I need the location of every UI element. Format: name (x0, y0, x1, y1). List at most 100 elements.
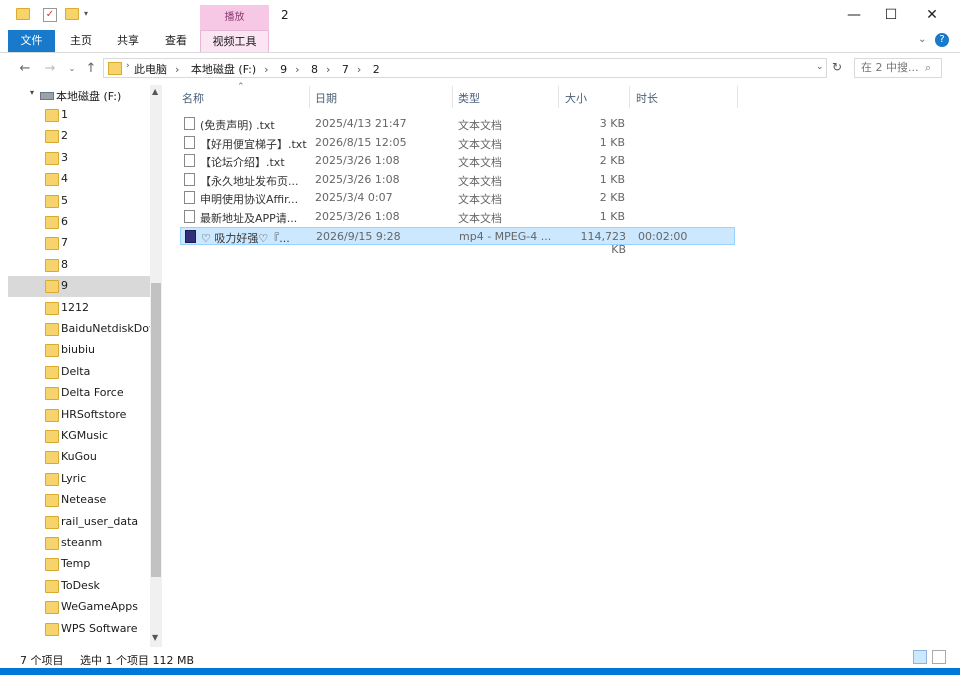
nav-item-label: 9 (61, 279, 68, 293)
file-row[interactable]: 最新地址及APP请... 2025/3/26 1:08 文本文档 1 KB (180, 208, 735, 226)
file-date: 2025/3/26 1:08 (315, 154, 400, 168)
column-divider[interactable] (309, 86, 310, 108)
file-row[interactable]: ♡ 吸力好强♡『... 2026/9/15 9:28 mp4 - MPEG-4 ..… (180, 226, 735, 256)
column-divider[interactable] (558, 86, 559, 108)
column-name[interactable]: 名称 (182, 90, 204, 106)
properties-check-icon[interactable]: ✓ (43, 8, 57, 22)
close-button[interactable]: ✕ (917, 4, 947, 26)
file-row[interactable]: 申明使用协议Affir... 2025/3/4 0:07 文本文档 2 KB (180, 189, 735, 207)
nav-item-folder[interactable]: ToDesk (8, 576, 150, 597)
column-size[interactable]: 大小 (565, 90, 587, 106)
folder-icon (45, 344, 59, 358)
nav-item-folder[interactable]: WPS Software (8, 619, 150, 640)
folder-icon (45, 301, 59, 315)
nav-item-folder[interactable]: 5 (8, 191, 150, 212)
address-dropdown-icon[interactable]: ⌄ (816, 62, 824, 72)
nav-item-label: 1212 (61, 300, 89, 314)
nav-item-folder[interactable]: 4 (8, 169, 150, 190)
nav-item-label: WPS Software (61, 621, 138, 635)
tab-file[interactable]: 文件 (8, 30, 55, 52)
up-icon[interactable]: ↑ (82, 60, 100, 78)
crumb-7[interactable]: 7 (342, 63, 349, 76)
nav-item-folder[interactable]: Lyric (8, 469, 150, 490)
refresh-icon[interactable]: ↻ (832, 60, 842, 74)
column-divider[interactable] (629, 86, 630, 108)
nav-item-folder[interactable]: HRSoftstore (8, 405, 150, 426)
nav-scroll-thumb[interactable] (151, 283, 161, 577)
nav-item-folder[interactable]: KGMusic (8, 426, 150, 447)
context-tab-play[interactable]: 播放 (200, 5, 269, 30)
nav-item-folder[interactable]: BaiduNetdiskDov (8, 319, 155, 340)
scroll-up-icon[interactable]: ▲ (152, 87, 158, 96)
tab-view[interactable]: 查看 (158, 30, 194, 52)
crumb-this-pc[interactable]: 此电脑 (134, 63, 167, 76)
nav-item-folder[interactable]: WeGameApps (8, 597, 150, 618)
crumb-9[interactable]: 9 (280, 63, 287, 76)
column-divider[interactable] (737, 86, 738, 108)
file-size: 2 KB (599, 191, 625, 205)
nav-item-folder[interactable]: Netease (8, 490, 150, 511)
crumb-drive[interactable]: 本地磁盘 (F:) (191, 63, 256, 76)
column-date[interactable]: 日期 (315, 90, 337, 106)
file-row[interactable]: (免责声明) .txt 2025/4/13 21:47 文本文档 3 KB (180, 115, 735, 133)
file-row[interactable]: 【论坛介绍】.txt 2025/3/26 1:08 文本文档 2 KB (180, 152, 735, 170)
forward-icon[interactable]: → (41, 60, 59, 78)
column-length[interactable]: 时长 (636, 90, 658, 106)
details-view-icon[interactable] (913, 650, 927, 664)
nav-item-folder[interactable]: KuGou (8, 447, 150, 468)
new-folder-icon[interactable] (65, 8, 79, 22)
recent-locations-icon[interactable]: ⌄ (63, 60, 81, 78)
file-name: 【好用便宜梯子】.txt (200, 137, 307, 151)
status-bar: 7 个项目 选中 1 个项目 112 MB (0, 648, 960, 670)
help-icon[interactable]: ? (935, 33, 949, 47)
nav-item-folder[interactable]: rail_user_data (8, 512, 150, 533)
window-title: 2 (281, 8, 289, 22)
minimize-button[interactable]: — (839, 4, 869, 26)
column-type[interactable]: 类型 (458, 90, 480, 106)
nav-item-drive[interactable]: ▾ 本地磁盘 (F:) (8, 85, 150, 106)
nav-item-folder[interactable]: 9 (8, 276, 150, 298)
nav-item-folder[interactable]: Delta (8, 362, 150, 383)
folder-icon (45, 237, 59, 251)
folder-icon (45, 579, 59, 593)
file-row[interactable]: 【好用便宜梯子】.txt 2026/8/15 12:05 文本文档 1 KB (180, 134, 735, 152)
file-row[interactable]: 【永久地址发布页... 2025/3/26 1:08 文本文档 1 KB (180, 171, 735, 189)
file-type: 文本文档 (458, 156, 502, 170)
column-divider[interactable] (452, 86, 453, 108)
collapse-icon[interactable]: ▾ (30, 88, 34, 97)
nav-item-folder[interactable]: 7 (8, 233, 150, 254)
scroll-down-icon[interactable]: ▼ (152, 633, 158, 642)
crumb-8[interactable]: 8 (311, 63, 318, 76)
nav-item-folder[interactable]: 3 (8, 148, 150, 169)
nav-item-label: 2 (61, 129, 68, 143)
nav-item-folder[interactable]: biubiu (8, 340, 150, 361)
folder-icon (45, 130, 59, 144)
tab-video-tools[interactable]: 视频工具 (200, 30, 269, 52)
tab-share[interactable]: 共享 (110, 30, 146, 52)
folder-icon (45, 472, 59, 486)
large-icons-view-icon[interactable] (932, 650, 946, 664)
ribbon-expand-icon[interactable]: ⌄ (918, 34, 926, 45)
folder-icon (45, 280, 59, 294)
tab-home[interactable]: 主页 (63, 30, 99, 52)
nav-item-folder[interactable]: 6 (8, 212, 150, 233)
back-icon[interactable]: ← (16, 60, 34, 78)
file-size: 2 KB (599, 154, 625, 168)
nav-item-folder[interactable]: 1 (8, 105, 150, 126)
maximize-button[interactable]: ☐ (876, 4, 906, 26)
search-input[interactable]: 在 2 中搜... ⌕ (854, 58, 942, 78)
folder-icon (45, 365, 59, 379)
nav-item-folder[interactable]: 1212 (8, 298, 150, 319)
nav-item-folder[interactable]: 2 (8, 126, 150, 147)
nav-item-folder[interactable]: 8 (8, 255, 150, 276)
nav-item-folder[interactable]: steanm (8, 533, 150, 554)
quick-access-dropdown-icon[interactable]: ▾ (84, 9, 88, 18)
file-type: 文本文档 (458, 193, 502, 207)
crumb-2[interactable]: 2 (373, 63, 380, 76)
nav-item-label: 8 (61, 257, 68, 271)
nav-item-folder[interactable]: Delta Force (8, 383, 150, 404)
nav-item-folder[interactable]: Temp (8, 554, 150, 575)
search-placeholder: 在 2 中搜... (861, 61, 919, 74)
file-length: 00:02:00 (638, 229, 688, 243)
file-size: 114,723 KB (580, 229, 627, 256)
